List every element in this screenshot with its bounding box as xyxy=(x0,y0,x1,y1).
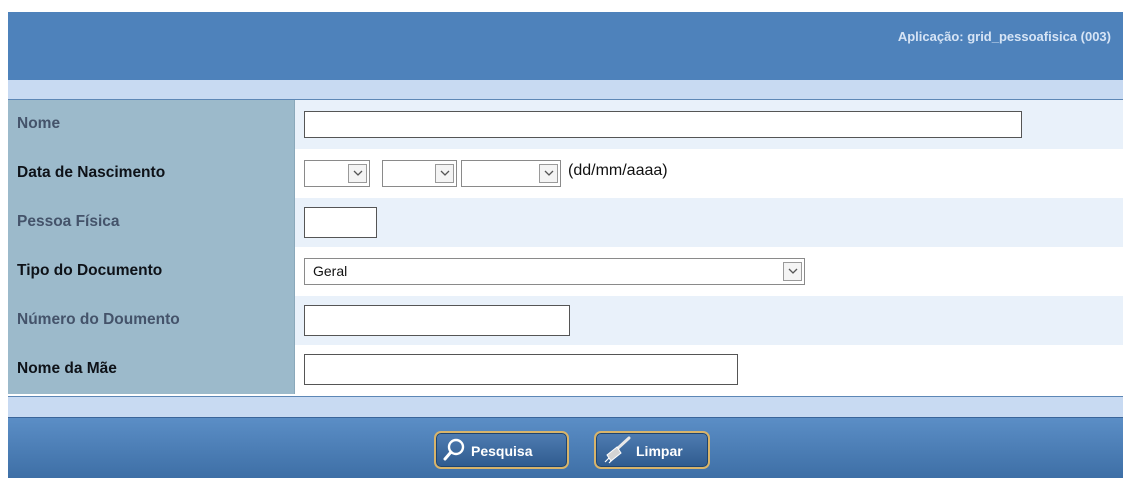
field-cell: Geral xyxy=(295,247,1123,296)
label-cell: Nome da Mãe xyxy=(8,345,295,394)
chevron-down-icon xyxy=(539,164,558,183)
label-cell: Nome xyxy=(8,100,295,149)
clear-button-label: Limpar xyxy=(636,443,683,459)
search-form-frame: Aplicação: grid_pessoafisica (003) Nome … xyxy=(8,12,1123,478)
search-button-label: Pesquisa xyxy=(471,443,533,459)
field-cell xyxy=(295,296,1123,345)
search-icon xyxy=(443,438,465,461)
data-nascimento-label: Data de Nascimento xyxy=(17,164,166,181)
pessoa-fisica-input[interactable] xyxy=(304,207,377,238)
clear-button[interactable]: Limpar xyxy=(594,431,710,469)
nome-input[interactable] xyxy=(304,111,1022,138)
nome-mae-label: Nome da Mãe xyxy=(17,360,117,377)
field-cell xyxy=(295,100,1123,149)
numero-documento-label: Número do Doumento xyxy=(17,311,180,328)
row-numero-documento: Número do Doumento xyxy=(8,296,1123,345)
nome-label: Nome xyxy=(17,115,61,132)
pessoa-fisica-label: Pessoa Física xyxy=(17,213,120,230)
date-format-hint: (dd/mm/aaaa) xyxy=(568,162,668,179)
field-cell xyxy=(295,345,1123,394)
row-tipo-documento: Tipo do Documento Geral xyxy=(8,247,1123,296)
broom-icon xyxy=(604,436,631,464)
row-pessoa-fisica: Pessoa Física xyxy=(8,198,1123,247)
tipo-documento-label: Tipo do Documento xyxy=(17,262,163,279)
tipo-documento-select[interactable]: Geral xyxy=(304,258,805,285)
year-select[interactable] xyxy=(461,160,561,187)
row-nome-mae: Nome da Mãe xyxy=(8,345,1123,394)
label-cell: Data de Nascimento xyxy=(8,149,295,198)
day-select[interactable] xyxy=(304,160,370,187)
label-cell: Tipo do Documento xyxy=(8,247,295,296)
app-header: Aplicação: grid_pessoafisica (003) xyxy=(8,12,1123,80)
nome-mae-input[interactable] xyxy=(304,354,738,385)
chevron-down-icon xyxy=(783,262,802,281)
action-toolbar: Pesquisa Limpar xyxy=(8,417,1123,478)
label-cell: Número do Doumento xyxy=(8,296,295,345)
row-nome: Nome xyxy=(8,100,1123,149)
search-form: Nome Data de Nascimento (dd/mm/aaaa) Pes… xyxy=(8,99,1123,397)
app-title: Aplicação: grid_pessoafisica (003) xyxy=(897,29,1111,44)
label-cell: Pessoa Física xyxy=(8,198,295,247)
month-select[interactable] xyxy=(382,160,457,187)
search-button[interactable]: Pesquisa xyxy=(434,431,569,469)
numero-documento-input[interactable] xyxy=(304,305,570,336)
chevron-down-icon xyxy=(435,164,454,183)
tipo-documento-value: Geral xyxy=(313,263,348,279)
chevron-down-icon xyxy=(348,164,367,183)
field-cell: (dd/mm/aaaa) xyxy=(295,149,1123,198)
row-data-nascimento: Data de Nascimento (dd/mm/aaaa) xyxy=(8,149,1123,198)
field-cell xyxy=(295,198,1123,247)
